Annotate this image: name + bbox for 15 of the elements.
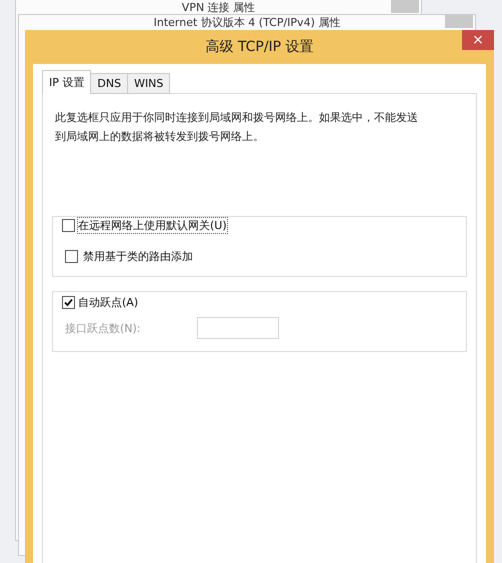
tab[interactable]: DNS bbox=[90, 73, 128, 94]
window-title: 高级 TCP/IP 设置 bbox=[205, 38, 314, 56]
tab[interactable]: IP 设置 bbox=[42, 70, 92, 94]
window-title: Internet 协议版本 4 (TCP/IPv4) 属性 bbox=[154, 16, 340, 29]
checkbox-label: 禁用基于类的路由添加 bbox=[83, 249, 193, 264]
close-button[interactable]: × bbox=[462, 30, 494, 50]
checkbox-label: 自动跃点(A) bbox=[78, 295, 138, 310]
checkbox[interactable] bbox=[62, 219, 75, 232]
checkbox-label: 在远程网络上使用默认网关(U) bbox=[78, 218, 227, 233]
field-label: 接口跃点数(N): bbox=[65, 320, 142, 336]
checkbox[interactable] bbox=[65, 250, 78, 263]
description-text: 此复选框只应用于你同时连接到局域网和拨号网络上。如果选中，不能发送到局域网上的数据将被转发到拨号网络上。 bbox=[55, 110, 419, 145]
tab[interactable]: WINS bbox=[127, 73, 170, 94]
window-title: VPN 连接 属性 bbox=[182, 1, 256, 14]
checkbox[interactable] bbox=[62, 296, 75, 309]
